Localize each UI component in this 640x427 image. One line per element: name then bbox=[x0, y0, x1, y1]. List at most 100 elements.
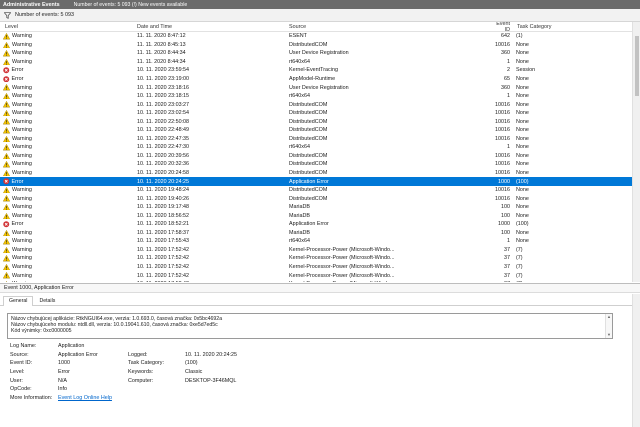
level-text: Warning bbox=[12, 187, 32, 194]
error-icon bbox=[3, 76, 10, 82]
table-row[interactable]: Warning 10. 11. 2020 22:47:30 rt640x64 1 Non… bbox=[0, 143, 640, 152]
date-cell: 10. 11. 2020 17:52:42 bbox=[137, 255, 190, 262]
tab-details[interactable]: Details bbox=[33, 296, 61, 305]
table-row[interactable]: Warning 10. 11. 2020 20:39:56 DistributedC… bbox=[0, 152, 640, 161]
table-row[interactable]: Error 10. 11. 2020 23:19:00 AppModel-Runti… bbox=[0, 75, 640, 84]
level-text: Warning bbox=[12, 255, 32, 262]
table-row[interactable]: Warning 11. 11. 2020 8:47:12 ESENT 642 (1) bbox=[0, 32, 640, 41]
table-row[interactable]: Warning10. 11. 2020 17:52:42Kernel-Proce… bbox=[0, 246, 640, 255]
level-text: Warning bbox=[12, 229, 32, 236]
task-category-value: (100) bbox=[185, 360, 198, 367]
source-cell: MariaDB bbox=[289, 212, 310, 219]
table-row[interactable]: Warning 10. 11. 2020 20:24:58 DistributedC… bbox=[0, 169, 640, 178]
level-cell: Warning bbox=[0, 92, 132, 100]
table-row[interactable]: Warning 10. 11. 2020 23:18:16 User Device … bbox=[0, 83, 640, 92]
level-cell: Error bbox=[0, 67, 132, 74]
task-category-cell: (100) bbox=[516, 221, 529, 228]
table-row[interactable]: Warning 10. 11. 2020 23:02:54 DistributedC… bbox=[0, 109, 640, 118]
warning-icon bbox=[3, 272, 10, 279]
task-category-cell: None bbox=[516, 170, 529, 177]
table-row[interactable]: Warning10. 11. 2020 17:52:42Kernel-Proce… bbox=[0, 263, 640, 272]
table-row[interactable]: Warning 11. 11. 2020 8:44:34 rt640x64 1 None bbox=[0, 58, 640, 67]
level-cell: Warning bbox=[0, 212, 132, 220]
source-cell: DistributedCOM bbox=[289, 101, 328, 108]
logged-label: Logged: bbox=[128, 351, 148, 358]
date-cell: 11. 11. 2020 8:44:34 bbox=[137, 58, 186, 65]
table-row[interactable]: Warning 10. 11. 2020 23:18:15 rt640x64 1 Non… bbox=[0, 92, 640, 101]
event-id-cell: 10016 bbox=[495, 118, 510, 125]
date-cell: 10. 11. 2020 17:52:42 bbox=[137, 264, 190, 271]
level-cell: Warning bbox=[0, 152, 132, 160]
filter-funnel-icon[interactable] bbox=[4, 11, 11, 19]
log-name-label: Log Name: bbox=[10, 343, 37, 350]
table-row[interactable]: Warning 11. 11. 2020 8:45:13 DistributedCO… bbox=[0, 41, 640, 50]
table-row[interactable]: Warning 10. 11. 2020 17:58:37 MariaDB 100 No… bbox=[0, 229, 640, 238]
level-cell: Warning bbox=[0, 186, 132, 194]
tab-general[interactable]: General bbox=[3, 296, 34, 306]
table-row[interactable]: Warning 10. 11. 2020 22:48:49 DistributedC… bbox=[0, 126, 640, 135]
table-row[interactable]: Error 10. 11. 2020 23:59:54 Kernel-EventTr… bbox=[0, 66, 640, 75]
warning-icon bbox=[3, 169, 10, 177]
table-row[interactable]: Warning10. 11. 2020 17:52:42Kernel-Proce… bbox=[0, 271, 640, 280]
opcode-value: Info bbox=[58, 386, 67, 393]
table-row[interactable]: Error 10. 11. 2020 18:52:21 Application Er… bbox=[0, 220, 640, 229]
task-category-cell: None bbox=[516, 50, 529, 57]
table-row[interactable]: Warning 10. 11. 2020 18:56:52 MariaDB 100 No… bbox=[0, 211, 640, 220]
event-id-cell: 100 bbox=[501, 212, 510, 219]
table-row[interactable]: Warning 10. 11. 2020 22:47:35 DistributedC… bbox=[0, 135, 640, 144]
table-row[interactable]: Warning 10. 11. 2020 19:48:24 DistributedC… bbox=[0, 186, 640, 195]
table-row[interactable]: Warning 10. 11. 2020 19:40:26 DistributedC… bbox=[0, 194, 640, 203]
source-cell: MariaDB bbox=[289, 204, 310, 211]
column-header-task-category[interactable]: Task Category bbox=[512, 24, 622, 30]
error-icon bbox=[3, 67, 10, 74]
task-category-cell: None bbox=[516, 76, 529, 82]
task-category-cell: None bbox=[516, 93, 529, 100]
scrollbar-thumb[interactable] bbox=[634, 36, 639, 96]
source-cell: ESENT bbox=[289, 33, 307, 40]
event-id-cell: 1 bbox=[507, 238, 510, 245]
event-list-scrollbar[interactable] bbox=[632, 22, 640, 282]
level-cell: Warning bbox=[0, 255, 132, 262]
level-cell: Error bbox=[0, 76, 132, 83]
keywords-value: Classic bbox=[185, 369, 203, 376]
detail-scrollbar[interactable] bbox=[632, 294, 640, 427]
event-id-cell: 1 bbox=[507, 93, 510, 100]
level-text: Warning bbox=[12, 161, 32, 168]
table-row[interactable]: Error 10. 11. 2020 20:24:25 Application Er… bbox=[0, 177, 640, 186]
source-cell: DistributedCOM bbox=[289, 161, 328, 168]
event-id-cell: 100 bbox=[501, 204, 510, 211]
table-row[interactable]: Warning 10. 11. 2020 20:32:36 DistributedC… bbox=[0, 160, 640, 169]
table-row[interactable]: Warning 11. 11. 2020 8:44:34 User Device R… bbox=[0, 49, 640, 58]
level-text: Warning bbox=[12, 50, 32, 57]
column-header-date[interactable]: Date and Time bbox=[132, 24, 284, 30]
task-category-cell: None bbox=[516, 195, 529, 202]
warning-icon bbox=[3, 255, 10, 262]
event-id-cell: 37 bbox=[504, 255, 510, 262]
log-name-value: Application bbox=[58, 343, 85, 350]
scroll-up-arrow-icon[interactable]: ▲ bbox=[607, 314, 611, 320]
column-header-level[interactable]: Level bbox=[0, 24, 132, 30]
event-message-box[interactable]: Názov chybujúcej aplikácie: RtkNGUI64.ex… bbox=[7, 313, 613, 339]
level-text: Warning bbox=[12, 118, 32, 125]
table-row[interactable]: Warning 10. 11. 2020 23:03:27 DistributedC… bbox=[0, 100, 640, 109]
table-row[interactable]: Warning10. 11. 2020 17:52:42Kernel-Proce… bbox=[0, 254, 640, 263]
level-text: Warning bbox=[12, 204, 32, 211]
event-id-cell: 10016 bbox=[495, 161, 510, 168]
source-cell: MariaDB bbox=[289, 229, 310, 236]
message-scrollbar[interactable]: ▲ ▼ bbox=[605, 314, 612, 338]
source-cell: AppModel-Runtime bbox=[289, 76, 336, 82]
new-events-notice[interactable]: Number of events: 5 093 (!) New events a… bbox=[74, 2, 188, 8]
column-header-event-id[interactable]: Event ID bbox=[490, 22, 512, 33]
table-row[interactable]: Warning10. 11. 2020 17:52:42Kernel-Proce… bbox=[0, 280, 640, 282]
column-header-source[interactable]: Source bbox=[284, 24, 490, 30]
table-row[interactable]: Warning 10. 11. 2020 17:55:43 rt640x64 1 Non… bbox=[0, 237, 640, 246]
level-text: Error bbox=[11, 178, 24, 185]
table-row[interactable]: Warning 10. 11. 2020 22:50:08 DistributedC… bbox=[0, 117, 640, 126]
title-bar: Administrative Events Number of events: … bbox=[0, 0, 640, 9]
date-cell: 11. 11. 2020 8:47:12 bbox=[137, 33, 186, 40]
table-row[interactable]: Warning 10. 11. 2020 19:17:48 MariaDB 100 No… bbox=[0, 203, 640, 212]
event-log-online-help-link[interactable]: Event Log Online Help bbox=[58, 395, 112, 401]
scroll-down-arrow-icon[interactable]: ▼ bbox=[607, 332, 611, 338]
task-category-cell: None bbox=[516, 101, 529, 108]
date-cell: 10. 11. 2020 22:50:08 bbox=[137, 118, 190, 125]
